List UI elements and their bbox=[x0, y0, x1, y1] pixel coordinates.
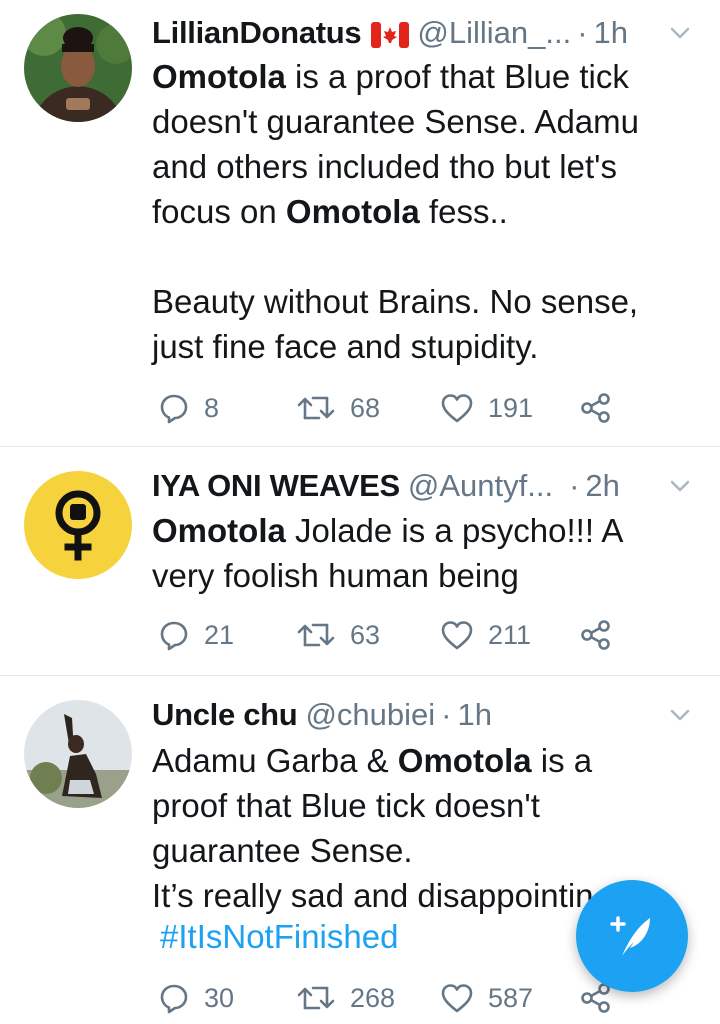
like-count: 211 bbox=[488, 619, 532, 650]
tweet-actions: 30 268 587 bbox=[158, 978, 628, 1018]
reply-icon bbox=[160, 984, 188, 1014]
reply-icon bbox=[160, 621, 188, 651]
avatar[interactable] bbox=[24, 14, 132, 122]
timestamp[interactable]: 1h bbox=[458, 697, 492, 733]
reply-count: 21 bbox=[204, 619, 235, 650]
separator-dot: · bbox=[577, 15, 588, 50]
retweet-icon bbox=[297, 396, 335, 420]
reply-button[interactable]: 30 bbox=[158, 978, 234, 1018]
compose-tweet-icon bbox=[610, 916, 650, 956]
share-icon bbox=[581, 393, 610, 423]
reply-count: 30 bbox=[204, 982, 235, 1013]
share-icon bbox=[581, 620, 610, 650]
like-button[interactable]: 587 bbox=[440, 978, 533, 1018]
heart-icon bbox=[441, 394, 473, 423]
retweet-count: 63 bbox=[350, 619, 381, 650]
user-handle[interactable]: @Lillian_... bbox=[417, 15, 571, 51]
avatar[interactable] bbox=[24, 471, 132, 579]
retweet-icon bbox=[297, 623, 335, 647]
reply-button[interactable]: 21 bbox=[158, 615, 234, 655]
heart-icon bbox=[441, 984, 473, 1013]
separator-dot: · bbox=[569, 468, 580, 503]
compose-tweet-button[interactable] bbox=[576, 880, 688, 992]
retweet-button[interactable]: 68 bbox=[296, 388, 380, 428]
like-button[interactable]: 191 bbox=[440, 388, 533, 428]
canada-flag-icon bbox=[371, 20, 410, 48]
reply-button[interactable]: 8 bbox=[158, 388, 219, 428]
display-name[interactable]: LillianDonatus bbox=[152, 15, 362, 51]
tweet[interactable]: LillianDonatus @Lillian_... · 1h Omotola… bbox=[0, 0, 720, 446]
share-icon bbox=[581, 983, 610, 1013]
heart-icon bbox=[441, 621, 473, 650]
retweet-count: 268 bbox=[350, 982, 396, 1013]
avatar[interactable] bbox=[24, 700, 132, 808]
timestamp[interactable]: 1h bbox=[594, 15, 628, 51]
tweet-actions: 8 68 191 bbox=[158, 388, 628, 428]
user-handle[interactable]: @Auntyf... bbox=[408, 468, 553, 504]
reply-count: 8 bbox=[204, 392, 220, 423]
retweet-button[interactable]: 63 bbox=[296, 615, 380, 655]
like-count: 191 bbox=[488, 392, 534, 423]
share-button[interactable] bbox=[580, 388, 612, 428]
user-handle[interactable]: @chubiei bbox=[305, 697, 435, 733]
tweet-text: Omotola is a proof that Blue tick doesn'… bbox=[152, 58, 649, 365]
reply-icon bbox=[160, 394, 188, 424]
retweet-count: 68 bbox=[350, 392, 381, 423]
separator-dot: · bbox=[441, 697, 452, 732]
retweet-button[interactable]: 268 bbox=[296, 978, 395, 1018]
retweet-icon bbox=[297, 986, 335, 1010]
chevron-down-icon[interactable] bbox=[666, 701, 694, 729]
tweet-actions: 21 63 211 bbox=[158, 615, 628, 655]
display-name[interactable]: IYA ONI WEAVES bbox=[152, 468, 400, 504]
tweet-text: Adamu Garba & Omotola is a proof that Bl… bbox=[152, 742, 594, 914]
timestamp[interactable]: 2h bbox=[585, 468, 619, 504]
like-count: 587 bbox=[488, 982, 534, 1013]
chevron-down-icon[interactable] bbox=[666, 19, 694, 47]
tweet[interactable]: IYA ONI WEAVES @Auntyf... · 2h Omotola J… bbox=[0, 447, 720, 675]
tweet-text: Omotola Jolade is a psycho!!! A very foo… bbox=[152, 512, 631, 594]
share-button[interactable] bbox=[580, 615, 612, 655]
like-button[interactable]: 211 bbox=[440, 615, 531, 655]
display-name[interactable]: Uncle chu bbox=[152, 697, 298, 733]
chevron-down-icon[interactable] bbox=[666, 472, 694, 500]
